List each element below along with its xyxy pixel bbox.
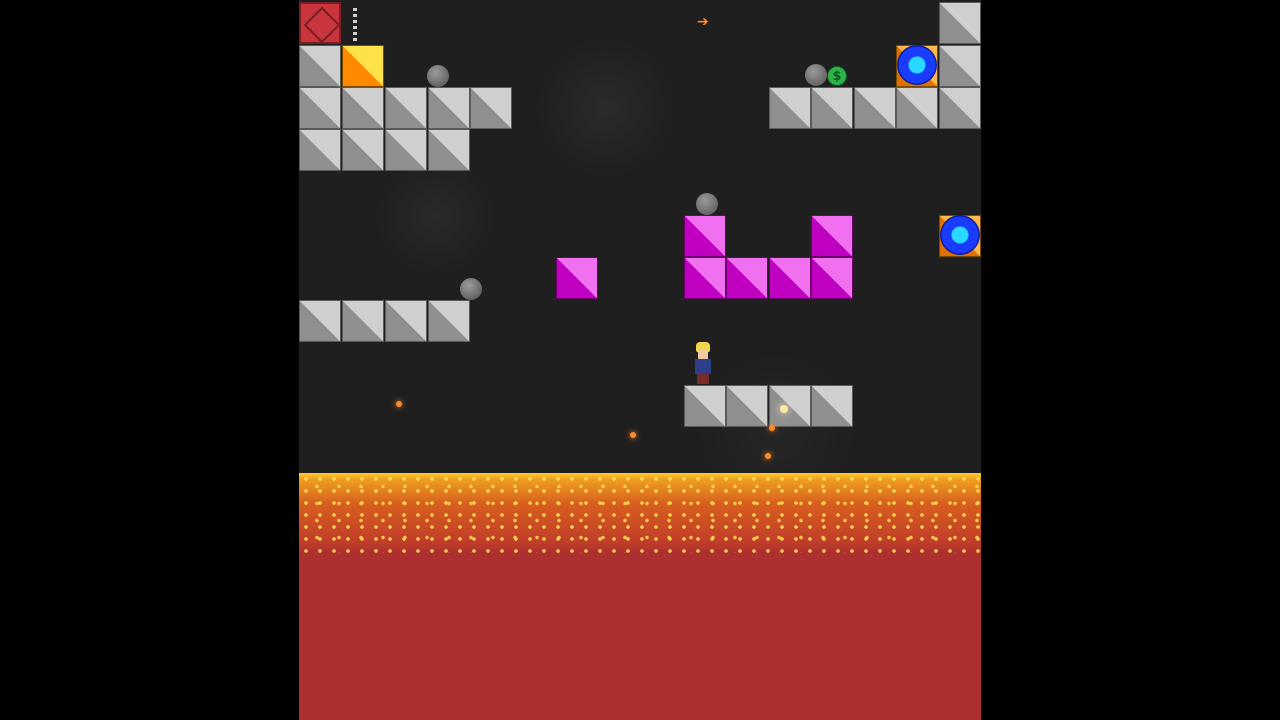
stone-block: [939, 45, 981, 87]
blue-portal-icon[interactable]: [897, 45, 937, 85]
stone-block: [299, 45, 341, 87]
stone-block: [342, 129, 384, 171]
stone-block: [470, 87, 512, 129]
stone-block: [299, 129, 341, 171]
stone-block: [726, 385, 768, 427]
stone-block: [939, 2, 981, 44]
stone-block: [769, 87, 811, 129]
ember: [630, 432, 636, 438]
stone-block: [428, 300, 470, 342]
chain: [353, 8, 357, 44]
stone-block: [428, 87, 470, 129]
stone-block: [896, 87, 938, 129]
boulder-icon: [427, 65, 449, 87]
stone-block: [811, 385, 853, 427]
stone-block: [342, 300, 384, 342]
pink-block: [811, 215, 853, 257]
stone-block: [385, 300, 427, 342]
player-face: [698, 350, 708, 359]
player-body: [695, 359, 711, 374]
pink-block: [769, 257, 811, 299]
blue-portal-icon[interactable]: [940, 215, 980, 255]
pink-block: [684, 257, 726, 299]
stone-block: [811, 87, 853, 129]
stone-block: [385, 129, 427, 171]
stone-block: [342, 87, 384, 129]
pink-block: [684, 215, 726, 257]
stone-block: [428, 129, 470, 171]
ember: [396, 401, 402, 407]
arrow-right-icon: ➔: [697, 14, 709, 30]
orange-block[interactable]: [342, 45, 384, 87]
lava-bubbles: [299, 473, 981, 553]
stone-block: [854, 87, 896, 129]
stone-block: [939, 87, 981, 129]
spark: [780, 405, 788, 413]
stone-block: [299, 300, 341, 342]
player-legs: [697, 374, 709, 384]
dollar-coin-icon[interactable]: $: [827, 66, 847, 86]
boulder-icon: [460, 278, 482, 300]
red-crate-icon[interactable]: [299, 2, 341, 44]
pink-block: [726, 257, 768, 299]
boulder-icon: [805, 64, 827, 86]
boulder-icon: [696, 193, 718, 215]
player-character-icon[interactable]: [690, 342, 716, 386]
pink-block: [811, 257, 853, 299]
game-stage: ➔ $: [299, 0, 981, 720]
pink-block: [556, 257, 598, 299]
ember: [765, 453, 771, 459]
ember: [769, 425, 775, 431]
stone-block: [769, 385, 811, 427]
stone-block: [684, 385, 726, 427]
stone-block: [385, 87, 427, 129]
stone-block: [299, 87, 341, 129]
